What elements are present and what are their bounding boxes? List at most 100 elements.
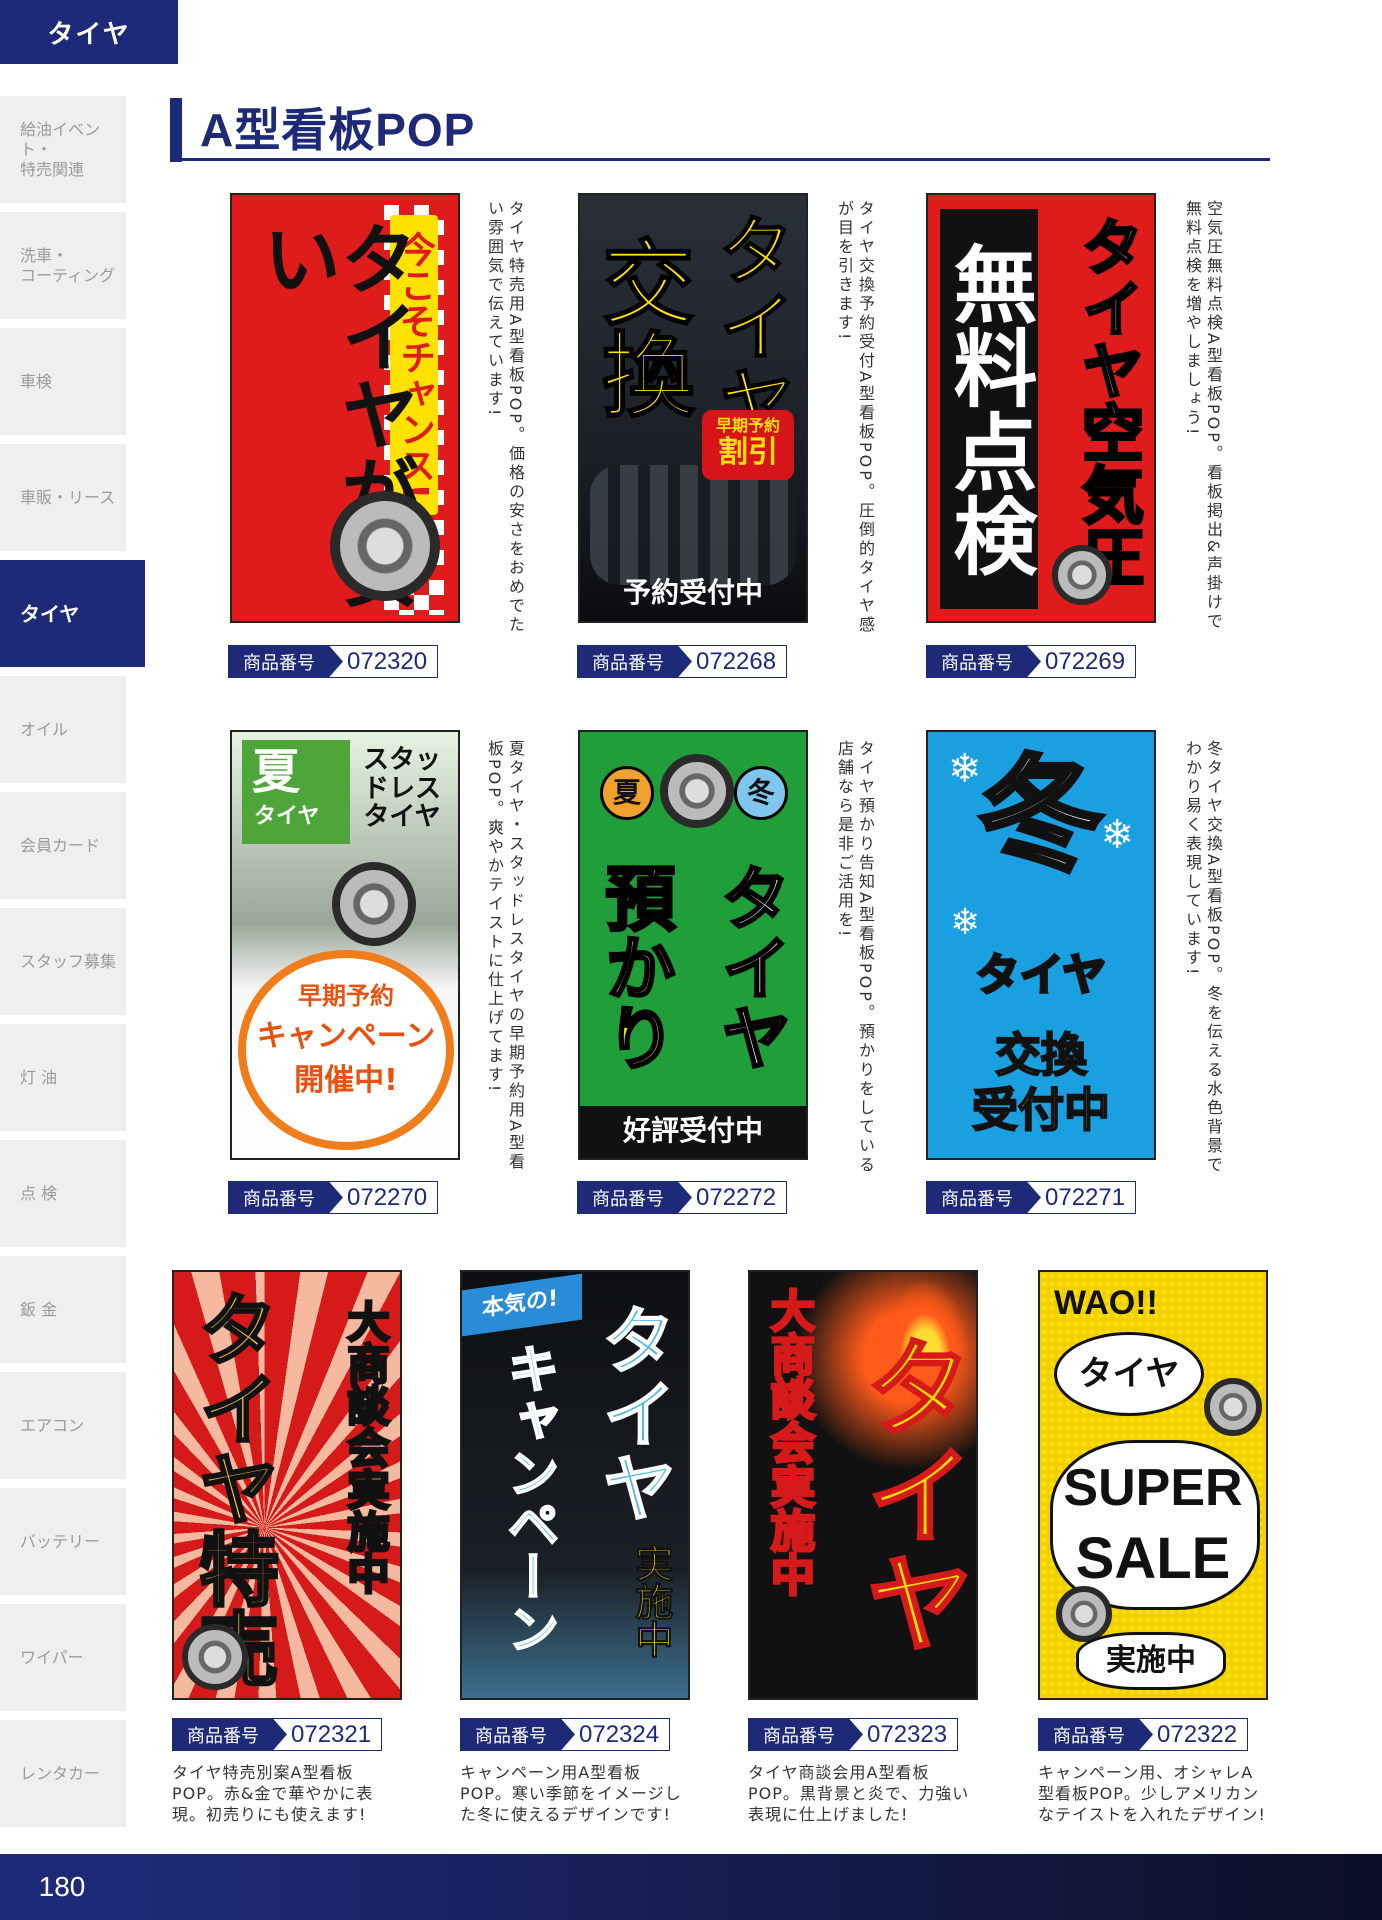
sidebar-item-check[interactable]: 点 検 [0, 1140, 126, 1247]
sidebar-item-label: タイヤ [20, 601, 80, 626]
bottom-bubble-text: 実施中 [1106, 1643, 1196, 1678]
product-poster-072320[interactable]: 今こそチャンス! タイヤが安い [230, 193, 460, 623]
discount-badge-top: 早期予約 [715, 416, 780, 435]
discount-badge: 早期予約 割引 [702, 410, 794, 480]
code-number: 072269 [1045, 647, 1126, 675]
sidebar-item-rental[interactable]: レンタカー [0, 1720, 126, 1827]
product-poster-072270[interactable]: 夏 タイヤ スタッドレスタイヤ 早期予約 キャンペーン 開催中! [230, 730, 460, 1160]
sidebar-item-inspection[interactable]: 車検 [0, 328, 126, 435]
sidebar-item-fuel-event[interactable]: 給油イベント・ 特売関連 [0, 96, 126, 203]
poster-line-exchange: 交換 [994, 1028, 1088, 1082]
product-poster-072268[interactable]: タイヤ 交換 早期予約 割引 予約受付中 [578, 193, 808, 623]
code-label: 商品番号 [1039, 1719, 1153, 1750]
product-poster-072272[interactable]: 夏 冬 タイヤ 預かり 好評受付中 [578, 730, 808, 1160]
code-label: 商品番号 [461, 1719, 575, 1750]
sidebar-item-battery[interactable]: バッテリー [0, 1488, 126, 1595]
poster-subhead: タイヤ [974, 950, 1108, 1001]
product-poster-072269[interactable]: タイヤ空気圧 無料点検 [926, 193, 1156, 623]
product-desc-072271: 冬タイヤ交換A型看板POP。冬を伝える水色背景でわかり易く表現しています! [1183, 740, 1223, 1175]
product-poster-072271[interactable]: ❄ ❄ ❄ 冬 タイヤ 交換 受付中 [926, 730, 1156, 1160]
sidebar-item-label: ワイパー [20, 1647, 84, 1667]
sidebar-item-member-card[interactable]: 会員カード [0, 792, 126, 899]
poster-line-accepting: 受付中 [971, 1083, 1111, 1137]
poster-tag: WAO!! [1054, 1284, 1158, 1322]
stamp-top: 早期予約 [298, 982, 394, 1010]
tire-icon [330, 491, 440, 601]
code-label: 商品番号 [229, 1182, 343, 1213]
product-desc-072322: キャンペーン用、オシャレA型看板POP。少しアメリカンなテイストを入れたデザイン… [1038, 1763, 1266, 1824]
sidebar-item-label: 鈑 金 [20, 1299, 58, 1319]
summer-label: 夏 [252, 744, 301, 800]
snowflake-icon: ❄ [950, 902, 981, 943]
speech-bubble: タイヤ [1054, 1332, 1204, 1416]
product-code-072321: 商品番号 072321 [172, 1718, 383, 1751]
code-number: 072324 [579, 1720, 660, 1748]
tire-icon [1052, 545, 1112, 605]
product-poster-072322[interactable]: WAO!! タイヤ SUPER SALE 実施中 [1038, 1270, 1268, 1700]
product-desc-072323: タイヤ商談会用A型看板POP。黒背景と炎で、力強い表現に仕上げました! [748, 1763, 970, 1824]
sidebar-item-label: 洗車・ コーティング [20, 245, 116, 285]
product-poster-072324[interactable]: 本気の! タイヤ キャンペーン 実施中 [460, 1270, 690, 1700]
stamp-bottom: 開催中! [294, 1063, 398, 1098]
bottom-bubble: 実施中 [1076, 1632, 1226, 1690]
tire-icon [182, 1624, 248, 1690]
poster-subhead: 交換 [586, 234, 695, 420]
bubble-text: タイヤ [1078, 1354, 1180, 1394]
sidebar-item-label: 車検 [20, 371, 53, 391]
sidebar-item-bodywork[interactable]: 鈑 金 [0, 1256, 126, 1363]
code-label: 商品番号 [578, 1182, 692, 1213]
sidebar-item-wiper[interactable]: ワイパー [0, 1604, 126, 1711]
tire-icon [660, 754, 734, 828]
winter-circle: 冬 [734, 766, 788, 820]
product-poster-072323[interactable]: 大商談会実施中 タイヤ [748, 1270, 978, 1700]
sidebar-item-kerosene[interactable]: 灯 油 [0, 1024, 126, 1131]
product-desc-072269: 空気圧無料点検A型看板POP。看板掲出&声掛けで無料点検を増やしましょう! [1183, 200, 1223, 632]
code-number: 072271 [1045, 1183, 1126, 1211]
tire-icon [332, 862, 416, 946]
sidebar-item-car-sales[interactable]: 車販・リース [0, 444, 126, 551]
product-code-072323: 商品番号 072323 [748, 1718, 959, 1751]
summer-circle: 夏 [600, 766, 654, 820]
product-code-072272: 商品番号 072272 [577, 1181, 788, 1214]
code-number: 072323 [867, 1720, 948, 1748]
sidebar-item-label: 点 検 [20, 1183, 58, 1203]
sidebar-item-label: バッテリー [20, 1531, 101, 1551]
studless-label: スタッドレスタイヤ [362, 745, 441, 833]
code-label: 商品番号 [749, 1719, 863, 1750]
sidebar-item-staff[interactable]: スタッフ募集 [0, 908, 126, 1015]
poster-footer: 予約受付中 [622, 576, 763, 609]
sidebar-item-label: 車販・リース [20, 487, 116, 507]
page-title: A型看板POP [170, 98, 475, 162]
product-code-072268: 商品番号 072268 [577, 645, 788, 678]
poster-headline: タイヤ空気圧 [1070, 214, 1146, 589]
sidebar-item-tire[interactable]: タイヤ [0, 560, 145, 667]
summer-box: 夏 タイヤ [242, 740, 350, 844]
stamp-main: キャンペーン [256, 1019, 436, 1054]
product-code-072324: 商品番号 072324 [460, 1718, 671, 1751]
tire-icon [1204, 1378, 1262, 1436]
code-label: 商品番号 [927, 646, 1041, 677]
product-desc-072320: タイヤ特売用A型看板POP。価格の安さをおめでたい雰囲気で伝えています! [485, 200, 525, 635]
product-code-072270: 商品番号 072270 [228, 1181, 439, 1214]
product-code-072320: 商品番号 072320 [228, 645, 439, 678]
tire-icon [1056, 1586, 1112, 1642]
sidebar-item-label: オイル [20, 719, 69, 739]
sidebar-item-label: 灯 油 [20, 1067, 58, 1087]
product-poster-072321[interactable]: 大商談会実施中 タイヤ特売 [172, 1270, 402, 1700]
footer-bar [124, 1854, 1382, 1920]
discount-badge-main: 割引 [718, 435, 778, 470]
code-number: 072322 [1157, 1720, 1238, 1748]
sale-text-1: SUPER [1063, 1459, 1243, 1517]
poster-subhead: タイヤ [847, 1331, 975, 1658]
sidebar-item-oil[interactable]: オイル [0, 676, 126, 783]
poster-footer: 好評受付中 [580, 1106, 806, 1158]
sidebar-item-label: エアコン [20, 1415, 85, 1435]
category-tab[interactable]: タイヤ [0, 0, 178, 64]
product-desc-072268: タイヤ交換予約受付A型看板POP。圧倒的タイヤ感が目を引きます! [835, 200, 875, 635]
sidebar-item-label: 会員カード [20, 835, 101, 855]
sidebar-item-car-wash[interactable]: 洗車・ コーティング [0, 212, 126, 319]
summer-label: 夏 [612, 776, 641, 809]
product-desc-072321: タイヤ特売別案A型看板POP。赤&金で華やかに表現。初売りにも使えます! [172, 1763, 374, 1824]
sidebar-item-aircon[interactable]: エアコン [0, 1372, 126, 1479]
product-desc-072272: タイヤ預かり告知A型看板POP。預かりをしている店舗なら是非ご活用を! [835, 740, 875, 1175]
